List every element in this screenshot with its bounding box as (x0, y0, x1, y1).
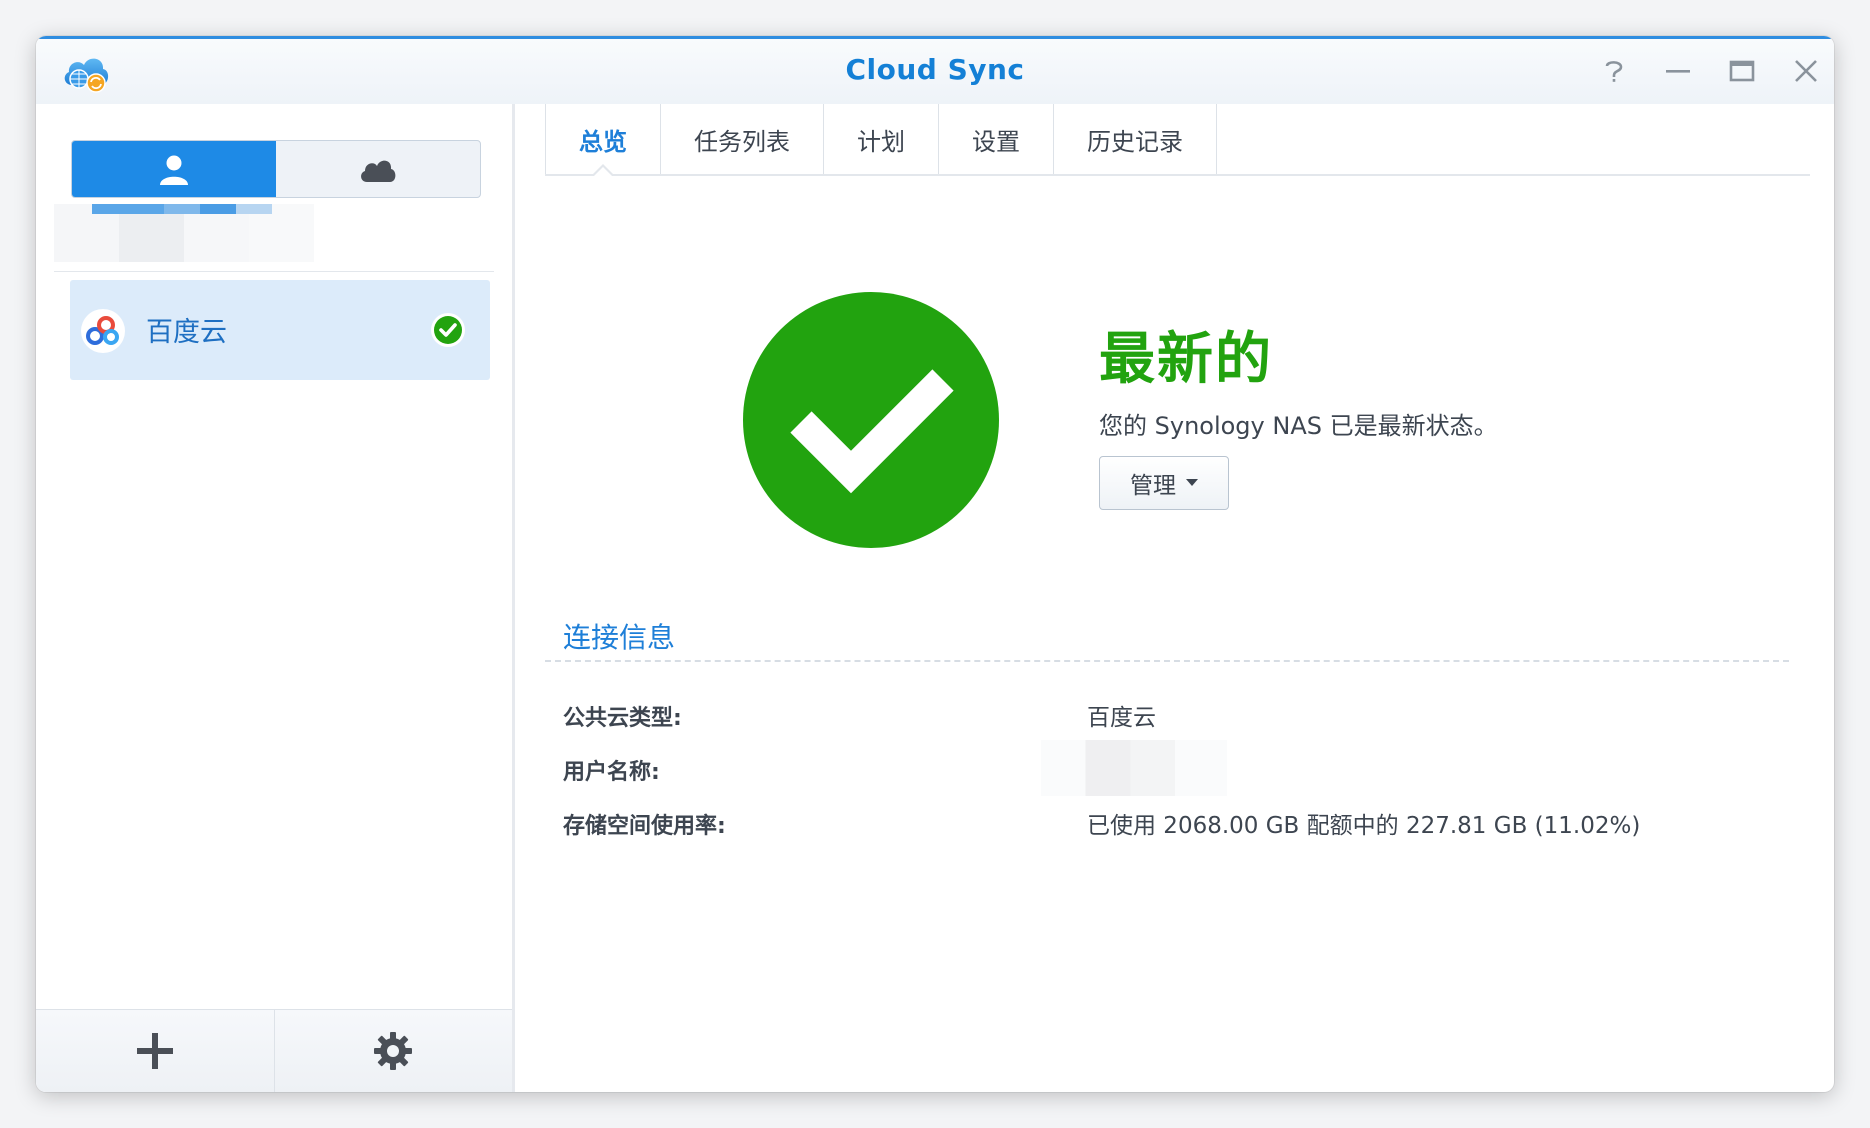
tab-bar: 总览 任务列表 计划 设置 历史记录 (545, 104, 1810, 177)
cloud-type-value: 百度云 (1087, 705, 1156, 731)
tab-settings[interactable]: 设置 (938, 104, 1053, 174)
connection-info-title: 连接信息 (563, 621, 676, 654)
baidu-cloud-logo-icon (80, 308, 126, 354)
gear-icon (374, 1032, 413, 1070)
help-icon[interactable] (1596, 53, 1632, 89)
redacted-username (1041, 740, 1227, 796)
sidebar-footer (36, 1009, 512, 1092)
check-circle-icon (430, 312, 466, 348)
connection-name: 百度云 (146, 317, 227, 348)
tab-history[interactable]: 历史记录 (1053, 104, 1217, 174)
main-panel: 总览 任务列表 计划 设置 历史记录 最新的 您的 Synology NAS 已… (515, 104, 1834, 1092)
add-icon (136, 1033, 173, 1069)
redacted-account-info (54, 204, 314, 262)
tab-schedule[interactable]: 计划 (823, 104, 938, 174)
sidebar-divider (54, 271, 494, 272)
cloud-type-label: 公共云类型: (563, 706, 682, 731)
minimize-icon[interactable] (1660, 53, 1696, 89)
tab-overview[interactable]: 总览 (545, 104, 660, 177)
manage-label: 管理 (1130, 473, 1176, 499)
window-title: Cloud Sync (845, 53, 1025, 86)
sidebar: 百度云 (36, 104, 515, 1092)
connection-item-baidu[interactable]: 百度云 (70, 280, 490, 380)
manage-dropdown-button[interactable]: 管理 (1099, 456, 1229, 510)
desktop-background: Cloud Sync 百度云 总览 任务列表 计划 设置 历史记录 最新的 您的… (0, 0, 1870, 1128)
user-icon (160, 155, 188, 185)
section-divider (545, 660, 1789, 662)
user-view-button[interactable] (72, 141, 276, 197)
up-to-date-check-icon (741, 290, 1001, 550)
storage-usage-value: 已使用 2068.00 GB 配额中的 227.81 GB (11.02%) (1087, 813, 1641, 839)
storage-usage-label: 存储空间使用率: (563, 814, 726, 839)
cloud-view-button[interactable] (276, 141, 480, 197)
status-title: 最新的 (1099, 327, 1273, 392)
add-connection-button[interactable] (36, 1010, 274, 1092)
cloud-sync-window: Cloud Sync 百度云 总览 任务列表 计划 设置 历史记录 最新的 您的… (36, 36, 1834, 1092)
caret-down-icon (1186, 479, 1198, 486)
view-switch (71, 140, 481, 198)
username-label: 用户名称: (563, 760, 660, 785)
tab-task-list[interactable]: 任务列表 (660, 104, 823, 174)
title-bar[interactable]: Cloud Sync (36, 36, 1834, 104)
cloud-icon (361, 160, 396, 182)
close-icon[interactable] (1788, 53, 1824, 89)
settings-button[interactable] (273, 1010, 513, 1092)
maximize-icon[interactable] (1724, 53, 1760, 89)
status-description: 您的 Synology NAS 已是最新状态。 (1099, 412, 1498, 440)
